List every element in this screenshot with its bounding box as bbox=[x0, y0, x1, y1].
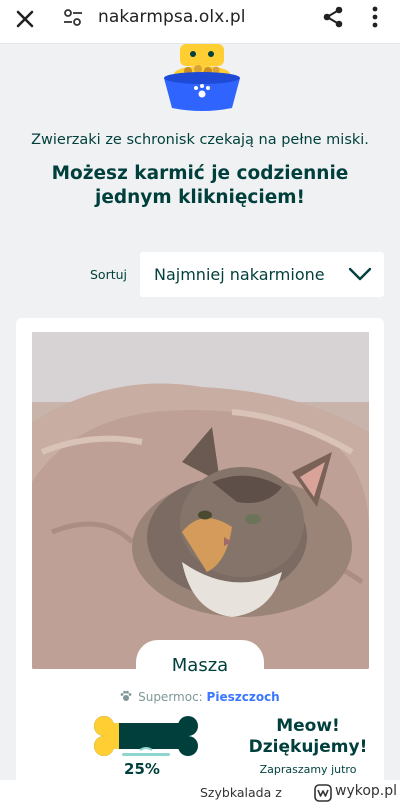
pet-photo bbox=[32, 332, 369, 669]
feed-progress-bone bbox=[94, 716, 198, 756]
paw-icon bbox=[120, 690, 132, 701]
thanks-line-1: Meow! bbox=[276, 716, 340, 736]
address-bar-url[interactable]: nakarmpsa.olx.pl bbox=[98, 7, 246, 27]
pet-supermoc: Supermoc: Pieszczoch bbox=[16, 690, 384, 704]
headline-line-1: Możesz karmić je codziennie bbox=[51, 163, 349, 184]
sort-dropdown[interactable]: Najmniej nakarmione bbox=[140, 252, 384, 297]
come-back-tomorrow-text: Zapraszamy jutro bbox=[259, 763, 357, 776]
browser-toolbar: nakarmpsa.olx.pl bbox=[0, 0, 400, 44]
headline-line-2: jednym kliknięciem! bbox=[95, 187, 305, 208]
dog-bowl-illustration bbox=[164, 44, 240, 111]
share-icon[interactable] bbox=[320, 4, 346, 30]
more-vertical-icon[interactable] bbox=[365, 4, 385, 30]
thanks-message: Meow! Dziękujemy! bbox=[236, 716, 380, 758]
site-settings-icon[interactable] bbox=[62, 6, 84, 28]
thanks-line-2: Dziękujemy! bbox=[248, 737, 368, 757]
pet-card[interactable]: Masza Supermoc: Pieszczoch 25% Meow! Dzi… bbox=[16, 318, 384, 788]
chevron-down-icon bbox=[348, 267, 372, 281]
supermoc-label: Supermoc: bbox=[138, 690, 203, 704]
watermark-site: wykop.pl bbox=[335, 783, 398, 799]
watermark-user: Szybkalada z bbox=[200, 785, 282, 800]
sort-selected-value: Najmniej nakarmione bbox=[154, 265, 325, 284]
watermark-bar: Szybkalada z wykop.pl bbox=[0, 780, 400, 804]
wykop-logo-icon bbox=[314, 784, 332, 802]
sort-label: Sortuj bbox=[90, 267, 128, 282]
close-icon[interactable] bbox=[12, 6, 38, 32]
pet-name: Masza bbox=[136, 640, 264, 692]
feed-percent: 25% bbox=[124, 760, 160, 778]
supermoc-value: Pieszczoch bbox=[206, 690, 280, 704]
intro-text: Zwierzaki ze schronisk czekają na pełne … bbox=[31, 132, 369, 148]
page-headline: Możesz karmić je codziennie jednym klikn… bbox=[40, 162, 360, 210]
